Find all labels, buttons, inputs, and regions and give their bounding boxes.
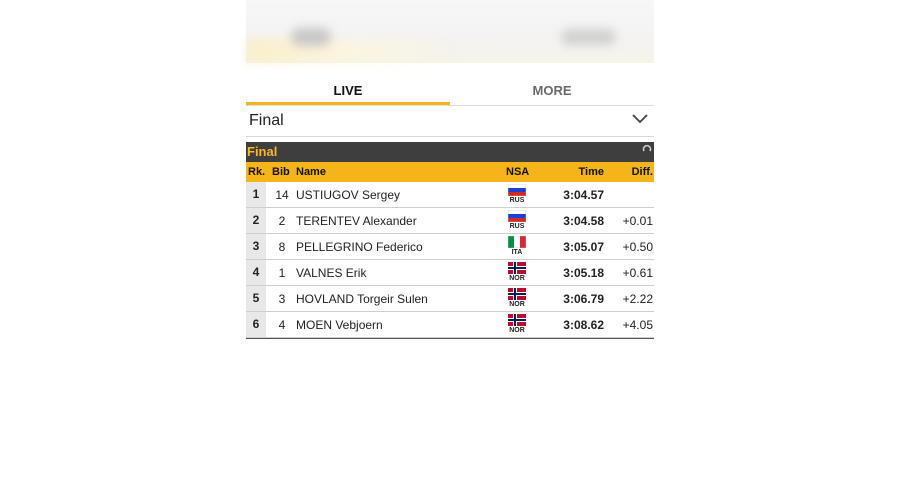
col-diff: Diff. [631,166,653,178]
col-bib: Bib [272,166,290,178]
col-name: Name [296,166,326,178]
column-header: Rk. Bib Name NSA Time Diff. [246,162,654,182]
nsa-code: NOR [509,327,525,334]
rank-cell: 2 [246,208,266,233]
nsa-cell: RUS [504,210,530,231]
col-rank: Rk. [248,166,266,178]
athlete-name: USTIUGOV Sergey [296,188,401,202]
table-row[interactable]: 3 8 PELLEGRINO Federico ITA 3:05.07 +0.5… [246,234,654,260]
nsa-code: ITA [511,249,523,256]
rank-cell: 1 [246,182,266,207]
time-cell: 3:04.58 [563,214,604,228]
bib-cell: 1 [278,266,286,280]
blurred-header [246,0,654,63]
table-row[interactable]: 5 3 HOVLAND Torgeir Sulen NOR 3:06.79 +2… [246,286,654,312]
col-time: Time [578,166,604,178]
tab-live[interactable]: LIVE [246,78,450,106]
athlete-name: MOEN Vebjoern [296,318,383,332]
results-title: Final [247,144,278,159]
rank-cell: 5 [246,286,266,311]
flag-rus-icon [508,210,526,222]
time-cell: 3:06.79 [563,292,604,306]
flag-nor-icon [508,288,526,300]
flag-ita-icon [508,236,526,248]
refresh-icon[interactable] [642,145,652,155]
table-row[interactable]: 1 14 USTIUGOV Sergey RUS 3:04.57 [246,182,654,208]
flag-nor-icon [508,262,526,274]
results-table: 1 14 USTIUGOV Sergey RUS 3:04.57 2 2 TER… [246,182,654,339]
athlete-name: PELLEGRINO Federico [296,240,423,254]
nsa-cell: NOR [504,314,530,335]
athlete-name: TERENTEV Alexander [296,214,417,228]
diff-cell: +0.61 [622,266,653,280]
diff-cell: +4.05 [622,318,653,332]
results-title-bar: Final [246,142,654,162]
bib-cell: 3 [278,292,286,306]
nsa-code: NOR [509,301,525,308]
nsa-cell: NOR [504,262,530,283]
tab-more[interactable]: MORE [450,78,654,106]
rank-cell: 3 [246,234,266,259]
nsa-cell: ITA [504,236,530,257]
stage-dropdown-value: Final [249,112,284,129]
flag-nor-icon [508,314,526,326]
tab-bar: LIVE MORE [246,78,654,106]
bib-cell: 14 [275,188,289,202]
bib-cell: 8 [278,240,286,254]
diff-cell: +2.22 [622,292,653,306]
nsa-code: RUS [509,223,525,230]
bib-cell: 2 [278,214,286,228]
table-bottom-border [246,338,654,339]
results-panel: LIVE MORE Final Final Rk. Bib Name NSA T… [246,0,654,339]
table-row[interactable]: 2 2 TERENTEV Alexander RUS 3:04.58 +0.01 [246,208,654,234]
rank-cell: 6 [246,312,266,337]
blurred-logo [291,28,331,46]
diff-cell: +0.50 [622,240,653,254]
bib-cell: 4 [278,318,286,332]
nsa-cell: RUS [504,184,530,205]
nsa-code: RUS [509,197,525,204]
table-row[interactable]: 4 1 VALNES Erik NOR 3:05.18 +0.61 [246,260,654,286]
col-nsa: NSA [506,166,530,178]
athlete-name: HOVLAND Torgeir Sulen [296,292,428,306]
diff-cell: +0.01 [622,214,653,228]
nsa-cell: NOR [504,288,530,309]
flag-rus-icon [508,184,526,196]
time-cell: 3:08.62 [563,318,604,332]
table-row[interactable]: 6 4 MOEN Vebjoern NOR 3:08.62 +4.05 [246,312,654,338]
time-cell: 3:05.18 [563,266,604,280]
stage-dropdown[interactable]: Final [246,106,654,137]
nsa-code: NOR [509,275,525,282]
rank-cell: 4 [246,260,266,285]
blurred-menu [561,29,616,45]
chevron-down-icon [632,114,648,124]
time-cell: 3:05.07 [563,240,604,254]
time-cell: 3:04.57 [563,188,604,202]
header-glow [246,38,461,63]
athlete-name: VALNES Erik [296,266,367,280]
